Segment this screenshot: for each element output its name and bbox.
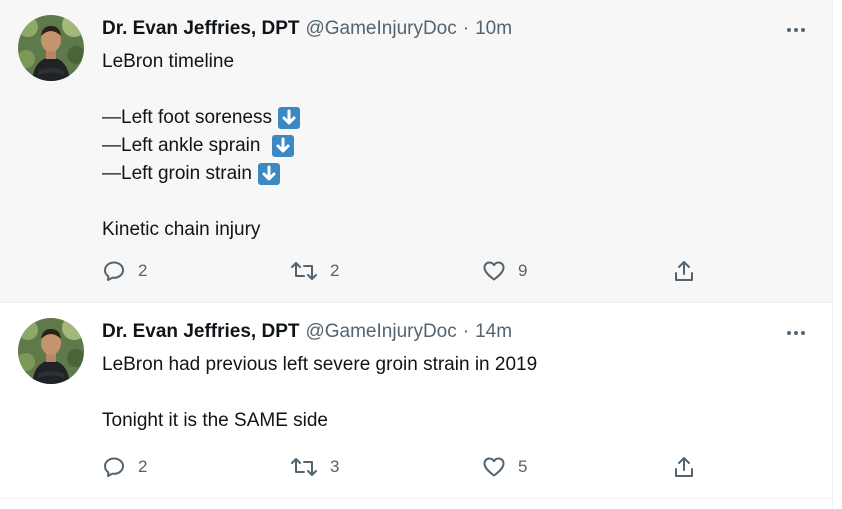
tweet-line: LeBron timeline: [102, 51, 235, 72]
reply-icon: [102, 455, 126, 479]
separator-dot: ·: [462, 321, 470, 342]
separator-dot: ·: [462, 18, 470, 39]
share-icon: [672, 455, 696, 479]
share-button[interactable]: [672, 258, 696, 284]
retweet-icon: [290, 259, 318, 283]
like-count: 9: [518, 261, 528, 280]
tweet-text: LeBron had previous left severe groin st…: [102, 351, 537, 435]
reply-count: 2: [138, 261, 148, 280]
retweet-count: 2: [330, 261, 340, 280]
reply-button[interactable]: 2: [102, 454, 147, 480]
author-handle[interactable]: @GameInjuryDoc: [305, 321, 456, 343]
tweet-actions: 2 2 9: [102, 258, 702, 284]
tweet-line: —Left foot soreness: [102, 104, 301, 132]
tweet-header: Dr. Evan Jeffries, DPT @GameInjuryDoc · …: [102, 320, 512, 344]
reply-icon: [102, 259, 126, 283]
like-count: 5: [518, 457, 528, 476]
like-button[interactable]: 9: [482, 258, 527, 284]
tweet-actions: 2 3 5: [102, 454, 702, 480]
timeline-feed: Dr. Evan Jeffries, DPT @GameInjuryDoc · …: [0, 0, 833, 509]
more-dots-icon[interactable]: [784, 321, 808, 345]
tweet-header: Dr. Evan Jeffries, DPT @GameInjuryDoc · …: [102, 17, 512, 41]
retweet-icon: [290, 455, 318, 479]
down-arrow-emoji: [257, 163, 280, 185]
tweet-line: —Left groin strain: [102, 160, 300, 188]
tweet-text: LeBron timeline —Left foot soreness —Lef…: [102, 48, 301, 244]
tweet-line: Tonight it is the SAME side: [102, 410, 328, 431]
like-icon: [482, 455, 506, 479]
timestamp[interactable]: 10m: [475, 18, 512, 40]
avatar[interactable]: [18, 318, 84, 384]
tweet-line: Kinetic chain injury: [102, 219, 261, 240]
tweet-line: —Left ankle sprain: [102, 132, 300, 160]
share-icon: [672, 259, 696, 283]
author-name[interactable]: Dr. Evan Jeffries, DPT: [102, 321, 299, 343]
tweet-line: LeBron had previous left severe groin st…: [102, 354, 538, 375]
avatar[interactable]: [18, 15, 84, 81]
reply-button[interactable]: 2: [102, 258, 147, 284]
tweet[interactable]: Dr. Evan Jeffries, DPT @GameInjuryDoc · …: [0, 303, 832, 499]
retweet-button[interactable]: 2: [290, 258, 339, 284]
reply-count: 2: [138, 457, 148, 476]
author-name[interactable]: Dr. Evan Jeffries, DPT: [102, 18, 299, 40]
more-dots-icon[interactable]: [784, 18, 808, 42]
retweet-count: 3: [330, 457, 340, 476]
retweet-button[interactable]: 3: [290, 454, 339, 480]
like-button[interactable]: 5: [482, 454, 527, 480]
share-button[interactable]: [672, 454, 696, 480]
down-arrow-emoji: [271, 135, 294, 157]
timestamp[interactable]: 14m: [475, 321, 512, 343]
like-icon: [482, 259, 506, 283]
author-handle[interactable]: @GameInjuryDoc: [305, 18, 456, 40]
tweet[interactable]: Dr. Evan Jeffries, DPT @GameInjuryDoc · …: [0, 0, 832, 303]
down-arrow-emoji: [278, 107, 301, 129]
